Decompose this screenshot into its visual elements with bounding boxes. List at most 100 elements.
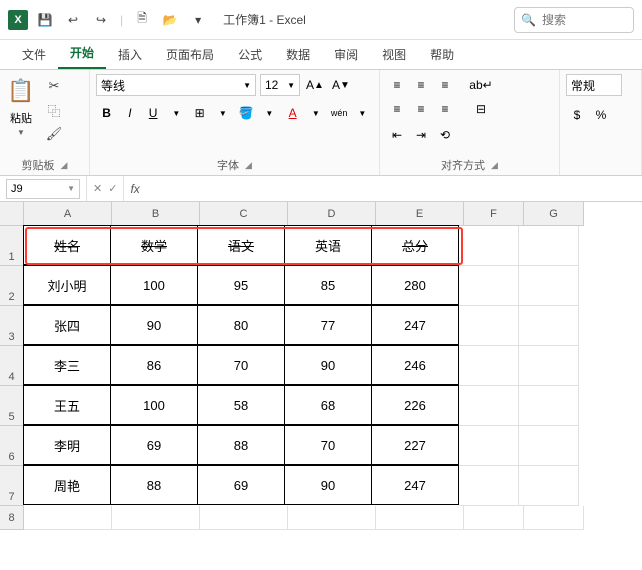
indent-decrease-icon[interactable]: ⇤ (386, 124, 408, 146)
cell[interactable]: 86 (110, 345, 198, 385)
cell[interactable] (459, 346, 519, 386)
cell[interactable]: 247 (371, 305, 459, 345)
tab-data[interactable]: 数据 (274, 40, 322, 69)
cell[interactable]: 李明 (23, 425, 111, 465)
col-header-G[interactable]: G (524, 202, 584, 226)
tab-help[interactable]: 帮助 (418, 40, 466, 69)
cell[interactable]: 85 (284, 265, 372, 305)
fill-color-button[interactable]: 🪣 (236, 102, 257, 124)
cell[interactable]: 247 (371, 465, 459, 505)
cell[interactable]: 数学 (110, 225, 198, 265)
cell[interactable] (519, 226, 579, 266)
merge-cells-icon[interactable]: ⊟ (468, 98, 494, 120)
undo-icon[interactable]: ↩ (62, 9, 84, 31)
row-header-1[interactable]: 1 (0, 226, 24, 266)
font-launcher-icon[interactable]: ◢ (245, 160, 252, 171)
underline-button[interactable]: U (143, 102, 164, 124)
currency-icon[interactable]: $ (566, 104, 588, 126)
cell[interactable]: 227 (371, 425, 459, 465)
cell[interactable]: 88 (110, 465, 198, 505)
font-color-more-icon[interactable]: ▼ (305, 102, 326, 124)
cell[interactable]: 246 (371, 345, 459, 385)
tab-formulas[interactable]: 公式 (226, 40, 274, 69)
cell[interactable]: 226 (371, 385, 459, 425)
col-header-A[interactable]: A (24, 202, 112, 226)
cell[interactable]: 69 (110, 425, 198, 465)
font-name-select[interactable]: 等线▼ (96, 74, 256, 96)
save-icon[interactable]: 💾 (34, 9, 56, 31)
col-header-C[interactable]: C (200, 202, 288, 226)
tab-home[interactable]: 开始 (58, 38, 106, 69)
decrease-font-icon[interactable]: A▼ (330, 74, 352, 96)
col-header-E[interactable]: E (376, 202, 464, 226)
align-right-icon[interactable]: ≡ (434, 98, 456, 120)
percent-icon[interactable]: % (590, 104, 612, 126)
align-left-icon[interactable]: ≡ (386, 98, 408, 120)
tab-file[interactable]: 文件 (10, 40, 58, 69)
row-header-2[interactable]: 2 (0, 266, 24, 306)
align-launcher-icon[interactable]: ◢ (491, 160, 498, 171)
cell[interactable] (519, 306, 579, 346)
cell[interactable]: 70 (197, 345, 285, 385)
align-middle-icon[interactable]: ≡ (410, 74, 432, 96)
cell[interactable] (519, 386, 579, 426)
cell[interactable] (524, 506, 584, 530)
cell[interactable] (464, 506, 524, 530)
cell[interactable] (459, 426, 519, 466)
accept-formula-icon[interactable]: ✓ (108, 182, 117, 195)
row-header-4[interactable]: 4 (0, 346, 24, 386)
row-header-5[interactable]: 5 (0, 386, 24, 426)
row-header-6[interactable]: 6 (0, 426, 24, 466)
cell[interactable] (24, 506, 112, 530)
redo-icon[interactable]: ↪ (90, 9, 112, 31)
cell[interactable]: 70 (284, 425, 372, 465)
cell[interactable] (459, 306, 519, 346)
underline-more-icon[interactable]: ▼ (166, 102, 187, 124)
tab-view[interactable]: 视图 (370, 40, 418, 69)
cell[interactable]: 姓名 (23, 225, 111, 265)
cancel-formula-icon[interactable]: ✕ (93, 182, 102, 195)
cell[interactable] (519, 266, 579, 306)
cell[interactable] (200, 506, 288, 530)
chevron-down-icon[interactable]: ▼ (17, 128, 25, 137)
open-folder-icon[interactable]: 📂 (159, 9, 181, 31)
cell[interactable]: 语文 (197, 225, 285, 265)
paste-button[interactable]: 📋 粘贴 ▼ (6, 74, 36, 137)
cell[interactable]: 英语 (284, 225, 372, 265)
fill-more-icon[interactable]: ▼ (259, 102, 280, 124)
number-format-select[interactable]: 常规 (566, 74, 622, 96)
formula-input[interactable] (146, 176, 642, 201)
cell[interactable]: 90 (284, 345, 372, 385)
cell[interactable] (459, 266, 519, 306)
italic-button[interactable]: I (119, 102, 140, 124)
cell[interactable]: 90 (110, 305, 198, 345)
align-center-icon[interactable]: ≡ (410, 98, 432, 120)
select-all-corner[interactable] (0, 202, 24, 226)
phonetic-more-icon[interactable]: ▼ (352, 102, 373, 124)
cell[interactable]: 88 (197, 425, 285, 465)
clipboard-launcher-icon[interactable]: ◢ (61, 160, 68, 171)
qat-more-icon[interactable]: ▾ (187, 9, 209, 31)
search-input[interactable] (542, 13, 622, 27)
cell[interactable]: 李三 (23, 345, 111, 385)
align-bottom-icon[interactable]: ≡ (434, 74, 456, 96)
fx-icon[interactable]: fx (124, 182, 145, 196)
cell[interactable] (112, 506, 200, 530)
increase-font-icon[interactable]: A▲ (304, 74, 326, 96)
cell[interactable]: 80 (197, 305, 285, 345)
col-header-F[interactable]: F (464, 202, 524, 226)
cell[interactable]: 张四 (23, 305, 111, 345)
orientation-icon[interactable]: ⟲ (434, 124, 456, 146)
phonetic-button[interactable]: wén (329, 102, 350, 124)
row-header-8[interactable]: 8 (0, 506, 24, 530)
copy-icon[interactable]: ⿻ (44, 100, 64, 120)
cell[interactable]: 周艳 (23, 465, 111, 505)
tab-review[interactable]: 审阅 (322, 40, 370, 69)
cell[interactable]: 68 (284, 385, 372, 425)
cell[interactable] (459, 466, 519, 506)
chevron-down-icon[interactable]: ▼ (67, 184, 75, 193)
bold-button[interactable]: B (96, 102, 117, 124)
cell[interactable]: 100 (110, 265, 198, 305)
cell[interactable]: 58 (197, 385, 285, 425)
cut-icon[interactable]: ✂ (44, 76, 64, 96)
